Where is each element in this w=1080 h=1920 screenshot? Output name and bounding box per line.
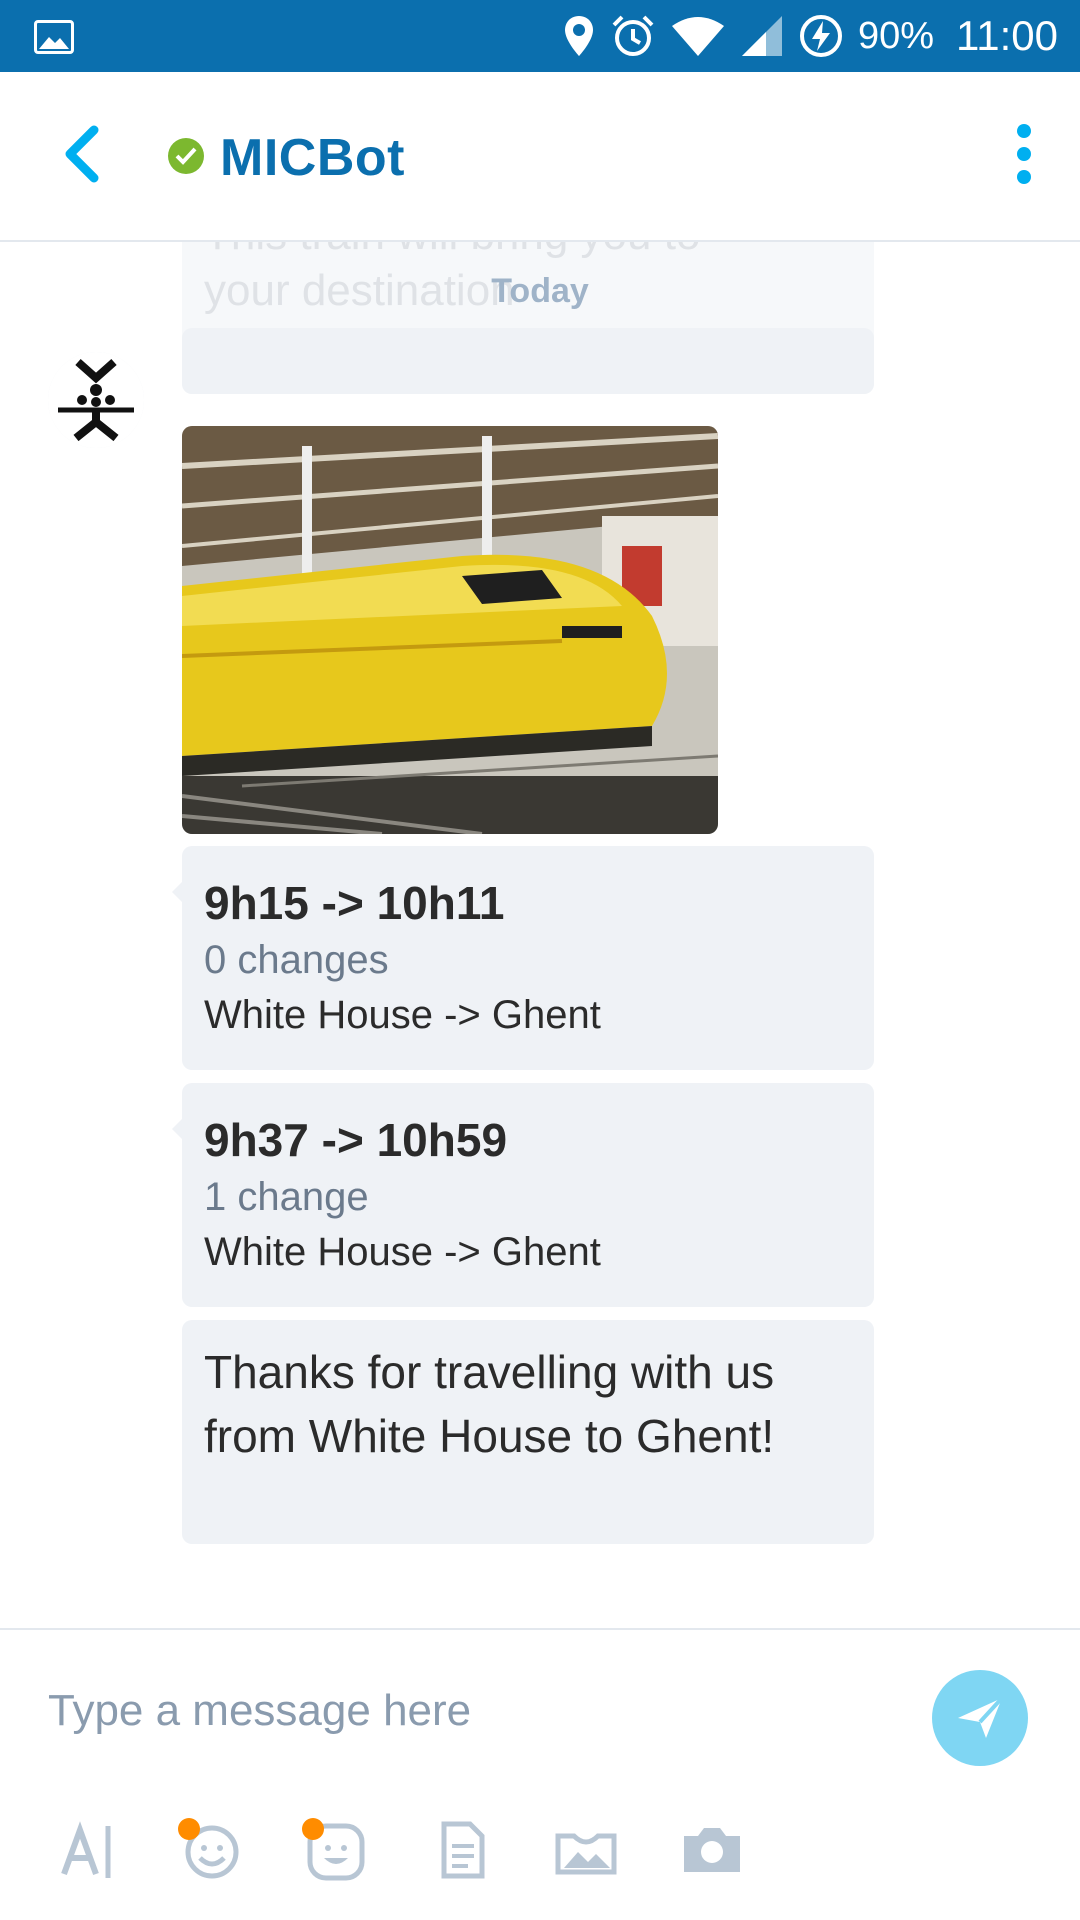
more-dot-icon [1017, 147, 1031, 161]
location-icon [564, 16, 593, 56]
message-composer [0, 1628, 1080, 1920]
media-bar-button[interactable] [554, 1818, 618, 1882]
sticker-button[interactable] [302, 1818, 366, 1882]
camera-button[interactable] [680, 1818, 744, 1882]
wifi-icon [671, 17, 724, 56]
new-badge-icon [178, 1818, 200, 1840]
camera-icon [684, 1828, 740, 1872]
train-image[interactable] [182, 426, 718, 834]
trip-changes: 0 changes [204, 938, 389, 982]
bot-logo-icon [48, 352, 144, 448]
status-icons: 90% 11:00 [562, 0, 1058, 72]
text-format-button[interactable] [58, 1818, 122, 1882]
message-text: Thanks for travelling with us from White… [204, 1346, 775, 1462]
trip-route: White House -> Ghent [204, 1230, 601, 1274]
message-text-faded: This train will bring you to [204, 242, 700, 260]
chevron-left-icon [65, 125, 99, 183]
date-divider: Today [491, 272, 589, 310]
message-list[interactable]: This train will bring you to your destin… [0, 242, 1080, 1628]
back-button[interactable] [56, 124, 112, 184]
more-dot-icon [1017, 124, 1031, 138]
bot-avatar[interactable] [48, 352, 144, 448]
trip-changes: 1 change [204, 1175, 369, 1219]
alarm-icon [612, 15, 654, 56]
trip-card[interactable]: 9h37 -> 10h59 1 change White House -> Gh… [172, 1083, 874, 1307]
send-button[interactable] [932, 1670, 1028, 1766]
battery-charging-icon [799, 15, 842, 57]
composer-toolbar [0, 1810, 1080, 1910]
trip-card[interactable]: 9h15 -> 10h11 0 changes White House -> G… [172, 846, 874, 1070]
trip-times: 9h37 -> 10h59 [204, 1114, 508, 1166]
message-bubble-lower [182, 328, 874, 394]
signal-icon [741, 16, 782, 56]
more-options-button[interactable] [1012, 124, 1036, 184]
message-input[interactable] [48, 1676, 888, 1746]
chat-header: MICBot [0, 72, 1080, 242]
presence-available-icon [168, 138, 204, 174]
message-bubble: Thanks for travelling with us from White… [182, 1320, 874, 1544]
status-bar: 90% 11:00 [0, 0, 1080, 72]
send-icon [958, 1696, 1004, 1738]
gallery-icon [34, 20, 74, 54]
new-badge-icon [302, 1818, 324, 1840]
emoji-button[interactable] [178, 1818, 242, 1882]
file-icon [441, 1821, 485, 1879]
file-button[interactable] [430, 1818, 494, 1882]
contact-name[interactable]: MICBot [220, 128, 405, 188]
media-bar-icon [555, 1833, 617, 1875]
trip-route: White House -> Ghent [204, 993, 601, 1037]
battery-level: 90% [857, 14, 934, 57]
clock: 11:00 [956, 12, 1058, 59]
text-format-icon [61, 1821, 111, 1878]
more-dot-icon [1017, 170, 1031, 184]
trip-times: 9h15 -> 10h11 [204, 877, 505, 929]
